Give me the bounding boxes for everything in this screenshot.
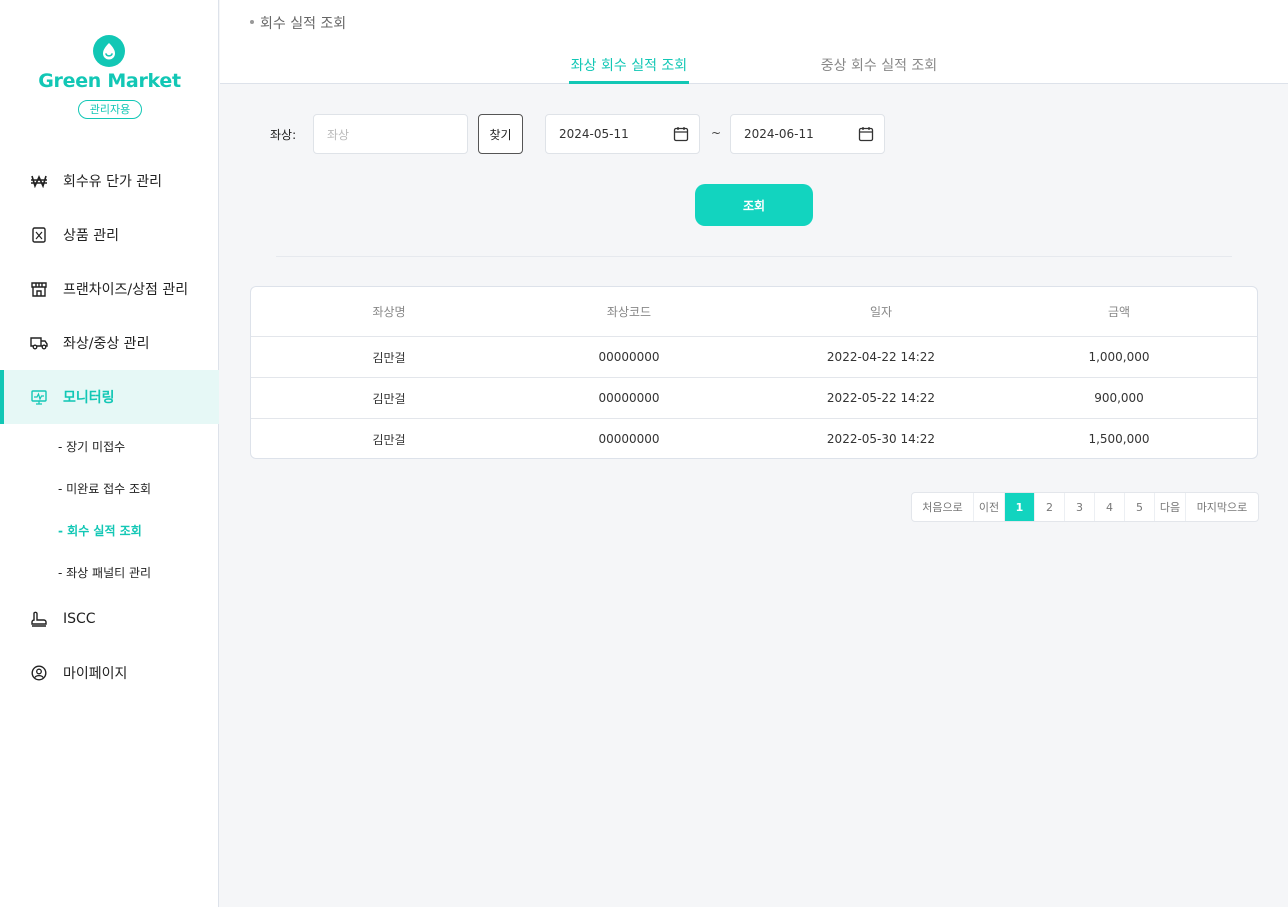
- store-icon: [30, 280, 48, 298]
- breadcrumb: 회수 실적 조회: [250, 13, 346, 33]
- nav-item-franchise[interactable]: 프랜차이즈/상점 관리: [0, 262, 219, 316]
- cell-date: 2022-05-22 14:22: [826, 391, 936, 405]
- sub-item-long-term-unreceived[interactable]: - 장기 미접수: [58, 438, 125, 455]
- pagination-page-3[interactable]: 3: [1065, 493, 1095, 521]
- cell-dealer-code: 00000000: [598, 432, 660, 446]
- pagination-page-5[interactable]: 5: [1125, 493, 1155, 521]
- calendar-icon[interactable]: [858, 126, 874, 145]
- pagination-page-4[interactable]: 4: [1095, 493, 1125, 521]
- nav-label: 상품 관리: [63, 228, 119, 244]
- nav-item-monitoring[interactable]: 모니터링: [0, 370, 219, 424]
- cell-amount: 1,000,000: [1088, 350, 1150, 364]
- pagination-page-1[interactable]: 1: [1005, 493, 1035, 521]
- tab-middle-dealer-collection[interactable]: 중상 회수 실적 조회: [819, 55, 939, 84]
- date-range-separator: ~: [711, 126, 722, 140]
- cell-amount: 1,500,000: [1088, 432, 1150, 446]
- pagination-prev[interactable]: 이전: [974, 493, 1005, 521]
- find-button[interactable]: 찾기: [478, 114, 523, 154]
- end-date-value: 2024-06-11: [744, 127, 814, 141]
- cell-dealer-name: 김만걸: [372, 350, 406, 365]
- pagination: 처음으로 이전 1 2 3 4 5 다음 마지막으로: [911, 492, 1259, 522]
- nav-item-oil-price[interactable]: 회수유 단가 관리: [0, 154, 219, 208]
- sub-item-incomplete-receipt[interactable]: - 미완료 접수 조회: [58, 480, 151, 497]
- nav-label: 좌상/중상 관리: [63, 336, 150, 352]
- table-row[interactable]: 김만걸 00000000 2022-05-22 14:22 900,000: [251, 377, 1257, 418]
- nav-item-iscc[interactable]: ISCC: [0, 592, 219, 646]
- won-icon: [30, 172, 48, 190]
- table-row[interactable]: 김만걸 00000000 2022-05-30 14:22 1,500,000: [251, 418, 1257, 458]
- table-row[interactable]: 김만걸 00000000 2022-04-22 14:22 1,000,000: [251, 336, 1257, 377]
- dealer-label: 좌상:: [270, 128, 297, 142]
- sidebar: Green Market 관리자용 회수유 단가 관리 상품 관리 프랜차이즈/…: [0, 0, 219, 907]
- start-date-input[interactable]: 2024-05-11: [545, 114, 700, 154]
- product-icon: [30, 226, 48, 244]
- end-date-input[interactable]: 2024-06-11: [730, 114, 885, 154]
- results-table: 좌상명 좌상코드 일자 금액 김만걸 00000000 2022-04-22 1…: [250, 286, 1258, 459]
- stamp-icon: [30, 610, 48, 628]
- page-header: 회수 실적 조회 좌상 회수 실적 조회 중상 회수 실적 조회: [220, 0, 1288, 84]
- cell-date: 2022-05-30 14:22: [826, 432, 936, 446]
- nav-label: 마이페이지: [63, 666, 128, 682]
- admin-badge: 관리자용: [78, 100, 142, 119]
- truck-icon: [30, 334, 48, 352]
- nav-item-mypage[interactable]: 마이페이지: [0, 646, 219, 700]
- nav-label: 회수유 단가 관리: [63, 174, 163, 190]
- breadcrumb-label: 회수 실적 조회: [260, 16, 347, 32]
- brand-name: Green Market: [38, 70, 181, 92]
- pagination-last[interactable]: 마지막으로: [1186, 493, 1258, 521]
- pagination-first[interactable]: 처음으로: [912, 493, 974, 521]
- cell-dealer-code: 00000000: [598, 391, 660, 405]
- column-header-amount: 금액: [1107, 305, 1131, 319]
- cell-dealer-name: 김만걸: [372, 391, 406, 406]
- table-header-row: 좌상명 좌상코드 일자 금액: [251, 287, 1257, 336]
- column-header-date: 일자: [869, 305, 893, 319]
- logo-icon: [93, 35, 125, 67]
- pagination-page-2[interactable]: 2: [1035, 493, 1065, 521]
- bullet-icon: [250, 20, 254, 24]
- cell-amount: 900,000: [1094, 391, 1144, 405]
- user-circle-icon: [30, 664, 48, 682]
- cell-date: 2022-04-22 14:22: [826, 350, 936, 364]
- pagination-next[interactable]: 다음: [1155, 493, 1186, 521]
- calendar-icon[interactable]: [673, 126, 689, 145]
- nav-label: ISCC: [63, 611, 96, 627]
- sub-item-collection-results[interactable]: - 회수 실적 조회: [58, 522, 142, 539]
- nav-item-products[interactable]: 상품 관리: [0, 208, 219, 262]
- column-header-dealer-name: 좌상명: [372, 305, 406, 319]
- cell-dealer-name: 김만걸: [372, 432, 406, 447]
- nav-label: 프랜차이즈/상점 관리: [63, 282, 189, 298]
- monitor-icon: [30, 388, 48, 406]
- cell-dealer-code: 00000000: [598, 350, 660, 364]
- start-date-value: 2024-05-11: [559, 127, 629, 141]
- tab-dealer-collection[interactable]: 좌상 회수 실적 조회: [569, 55, 689, 84]
- divider: [276, 256, 1232, 257]
- query-button[interactable]: 조회: [695, 184, 813, 226]
- sub-item-dealer-penalty[interactable]: - 좌상 패널티 관리: [58, 564, 151, 581]
- dealer-search-input[interactable]: 좌상: [313, 114, 468, 154]
- nav-item-dealers[interactable]: 좌상/중상 관리: [0, 316, 219, 370]
- column-header-dealer-code: 좌상코드: [606, 305, 652, 319]
- nav-label: 모니터링: [63, 390, 115, 406]
